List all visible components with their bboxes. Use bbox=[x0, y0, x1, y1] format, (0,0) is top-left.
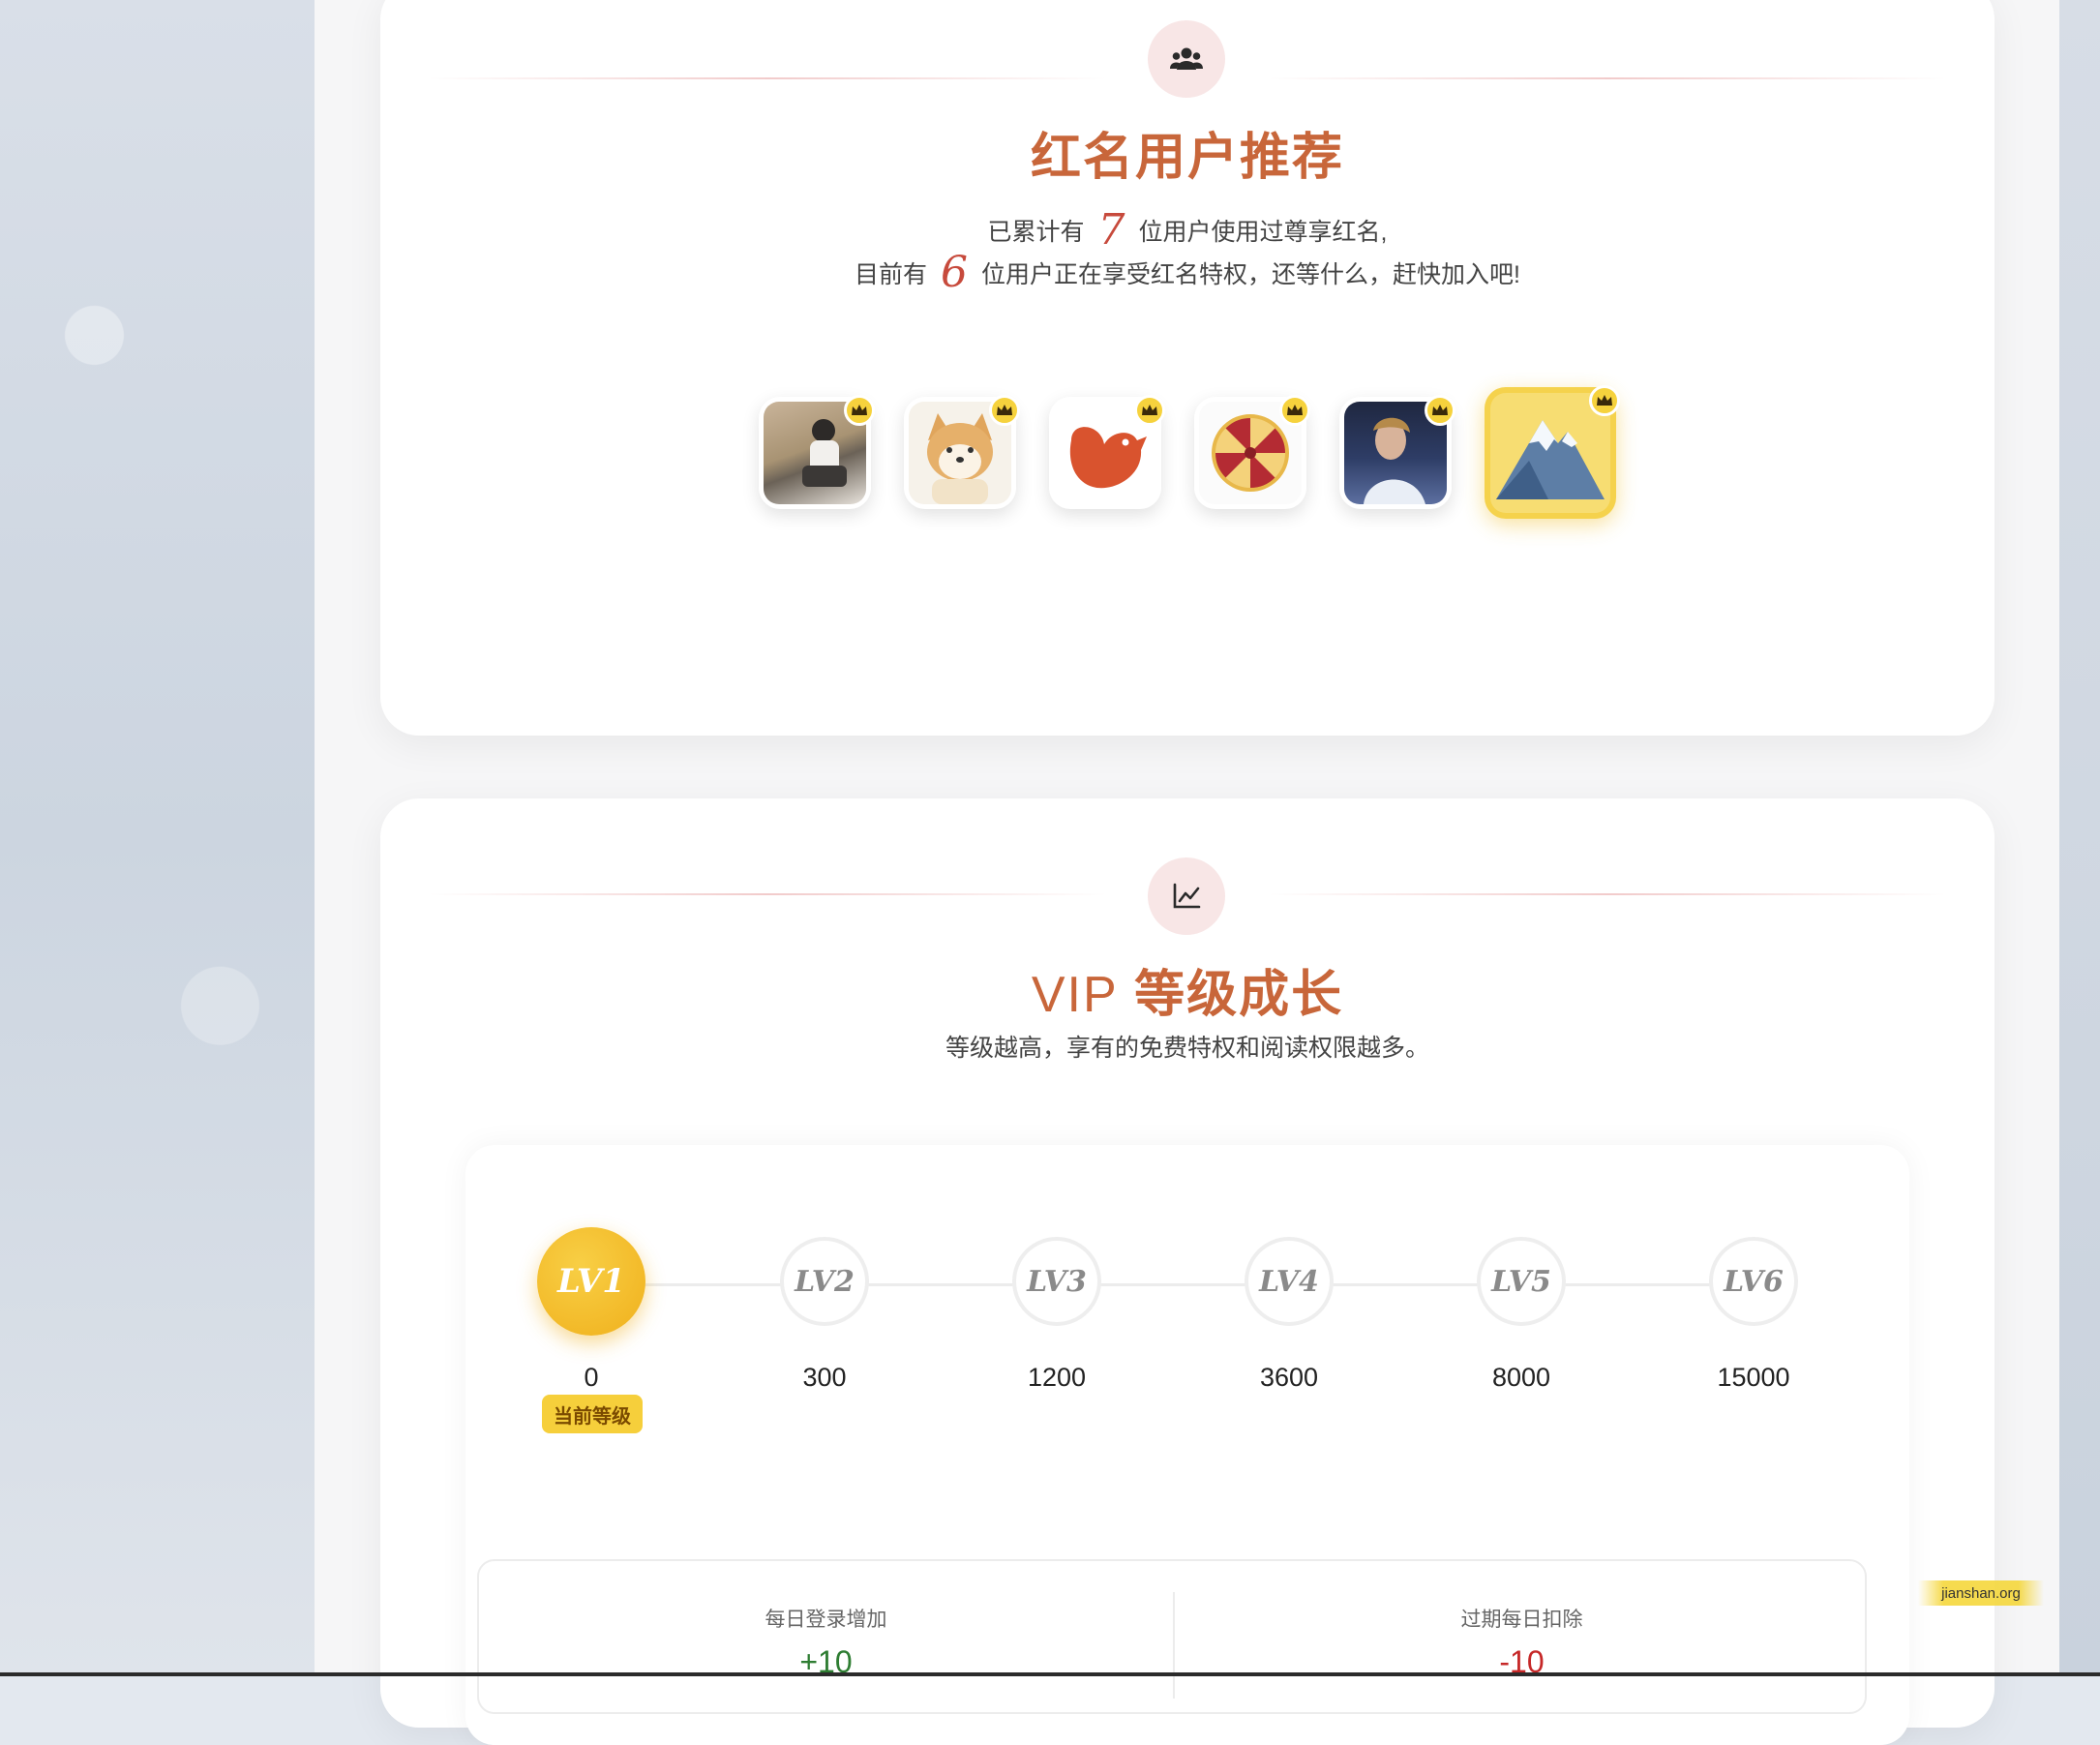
level-points-2: 300 bbox=[802, 1363, 847, 1392]
active-users-count: 6 bbox=[941, 248, 969, 297]
level-node-2[interactable]: LV2 bbox=[780, 1237, 869, 1326]
desc-line1-prefix: 已累计有 bbox=[987, 219, 1085, 246]
level-points-6: 15000 bbox=[1717, 1363, 1790, 1392]
level-node-5[interactable]: LV5 bbox=[1477, 1237, 1566, 1326]
level-points-5: 8000 bbox=[1491, 1363, 1551, 1392]
total-users-count: 7 bbox=[1097, 205, 1125, 255]
title-main: 等级成长 bbox=[1134, 967, 1344, 1023]
crown-icon bbox=[1279, 395, 1310, 426]
level-node-1[interactable]: LV1 bbox=[537, 1227, 645, 1336]
desc-line2-prefix: 目前有 bbox=[855, 261, 928, 288]
user-avatar-1[interactable] bbox=[759, 395, 875, 509]
vip-level-card: VIP 等级成长 等级越高，享有的免费特权和阅读权限越多。 LV1 LV2 LV… bbox=[380, 798, 1995, 1745]
points-rules-box: 每日登录增加 +10 过期每日扣除 -10 bbox=[477, 1559, 1867, 1714]
users-icon bbox=[1148, 20, 1225, 98]
crown-icon bbox=[844, 395, 875, 426]
crown-icon bbox=[989, 395, 1020, 426]
divider-right bbox=[1269, 893, 1946, 895]
user-avatar-4[interactable] bbox=[1194, 395, 1310, 509]
level-node-4[interactable]: LV4 bbox=[1245, 1237, 1334, 1326]
avatar-list bbox=[380, 385, 1995, 519]
background-pattern-left bbox=[0, 0, 315, 1676]
main-page: 红名用户推荐 已累计有 7 位用户使用过尊享红名, 目前有 6 位用户正在享受红名特权，… bbox=[315, 0, 2059, 1745]
divider-left bbox=[429, 893, 1106, 895]
level-progress-panel: LV1 LV2 LV3 LV4 LV5 LV6 0 300 1200 3600 … bbox=[465, 1145, 1909, 1745]
red-users-card: 红名用户推荐 已累计有 7 位用户使用过尊享红名, 目前有 6 位用户正在享受红名特权，… bbox=[380, 0, 1995, 736]
current-level-badge: 当前等级 bbox=[542, 1395, 643, 1433]
user-avatar-5[interactable] bbox=[1339, 395, 1455, 509]
level-points-1: 0 bbox=[584, 1363, 599, 1392]
section-title-red-users: 红名用户推荐 bbox=[1030, 130, 1344, 186]
vip-subtitle: 等级越高，享有的免费特权和阅读权限越多。 bbox=[945, 1035, 1429, 1062]
user-avatar-2[interactable] bbox=[904, 395, 1020, 509]
chart-line-icon bbox=[1148, 857, 1225, 935]
user-avatar-6[interactable] bbox=[1485, 385, 1620, 519]
red-users-desc-line1: 已累计有 7 位用户使用过尊享红名, bbox=[380, 209, 1995, 254]
bottom-edge bbox=[0, 1672, 2100, 1676]
section-title-vip: VIP 等级成长 bbox=[380, 953, 1995, 1026]
desc-line1-suffix: 位用户使用过尊享红名, bbox=[1138, 219, 1388, 246]
crown-icon bbox=[1134, 395, 1165, 426]
user-avatar-3[interactable] bbox=[1049, 395, 1165, 509]
divider-left bbox=[429, 77, 1106, 79]
level-track bbox=[591, 1283, 1791, 1286]
divider-right bbox=[1269, 77, 1946, 79]
title-prefix: VIP bbox=[1031, 967, 1119, 1023]
level-node-6[interactable]: LV6 bbox=[1709, 1237, 1798, 1326]
red-users-desc-line2: 目前有 6 位用户正在享受红名特权，还等什么，赶快加入吧! bbox=[380, 252, 1995, 296]
background-pattern-right bbox=[2059, 0, 2100, 1676]
level-points-3: 1200 bbox=[1027, 1363, 1087, 1392]
watermark-label: jianshan.org bbox=[1918, 1580, 2044, 1606]
crown-icon bbox=[1589, 385, 1620, 416]
desc-line2-suffix: 位用户正在享受红名特权，还等什么，赶快加入吧! bbox=[981, 261, 1520, 288]
expired-deduct-label: 过期每日扣除 bbox=[1460, 1609, 1583, 1631]
level-points-4: 3600 bbox=[1259, 1363, 1319, 1392]
crown-icon bbox=[1425, 395, 1455, 426]
daily-login-label: 每日登录增加 bbox=[765, 1609, 887, 1631]
level-node-3[interactable]: LV3 bbox=[1012, 1237, 1101, 1326]
